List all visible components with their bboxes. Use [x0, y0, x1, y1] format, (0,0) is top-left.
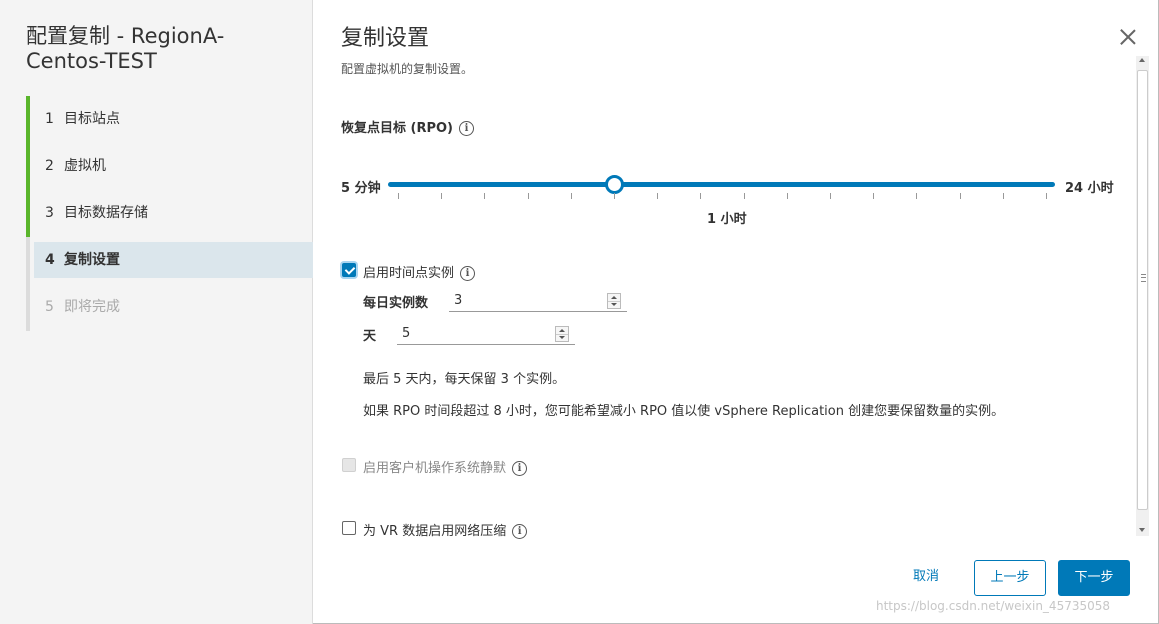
slider-tick — [1002, 193, 1004, 199]
step-label: 虚拟机 — [64, 158, 106, 174]
wizard-title: 配置复制 - RegionA-Centos-TEST — [26, 24, 225, 73]
pit-summary-note: 最后 5 天内，每天保留 3 个实例。 — [363, 372, 566, 387]
slider-tick — [1046, 193, 1047, 199]
rpo-max-label: 24 小时 — [1065, 181, 1114, 196]
page-title: 复制设置 — [341, 26, 430, 51]
compression-label-text: 为 VR 数据启用网络压缩 — [363, 524, 507, 539]
instances-label: 每日实例数 — [363, 296, 429, 311]
spin-divider — [556, 334, 568, 335]
step-number: 1 — [45, 111, 54, 127]
step-label: 目标站点 — [64, 111, 120, 127]
close-icon[interactable] — [1120, 29, 1136, 45]
scrollbar[interactable] — [1136, 56, 1149, 536]
instances-spinner[interactable] — [607, 293, 621, 309]
info-icon[interactable]: i — [512, 461, 528, 476]
grip-icon — [1141, 274, 1146, 282]
slider-tick — [570, 193, 572, 199]
step-target-datastore[interactable]: 3 目标数据存储 — [26, 190, 313, 237]
watermark: https://blog.csdn.net/weixin_45735058 — [876, 599, 1111, 613]
wizard-steps: 1 目标站点 2 虚拟机 3 目标数据存储 4 复制设置 5 即将完成 — [26, 96, 313, 331]
instances-input[interactable] — [449, 290, 627, 312]
info-icon[interactable]: i — [460, 266, 476, 281]
step-ready-to-complete: 5 即将完成 — [26, 284, 313, 331]
spin-divider — [608, 301, 620, 302]
step-number: 2 — [45, 158, 54, 174]
scroll-up-arrow-icon[interactable] — [1139, 58, 1145, 62]
rpo-min-label: 5 分钟 — [341, 181, 381, 196]
slider-tick — [700, 193, 702, 199]
rpo-label: 恢复点目标 (RPO) i — [341, 117, 474, 136]
pit-label: 启用时间点实例 i — [363, 262, 476, 281]
pit-checkbox[interactable] — [342, 263, 356, 277]
rpo-slider-ticks — [398, 193, 1047, 201]
days-label: 天 — [363, 329, 377, 344]
rpo-slider-thumb[interactable] — [605, 175, 625, 194]
slider-tick — [786, 193, 788, 199]
slider-tick — [614, 193, 615, 199]
spin-down-icon[interactable] — [559, 336, 565, 339]
back-button[interactable]: 上一步 — [974, 560, 1046, 596]
step-replication-settings[interactable]: 4 复制设置 — [26, 237, 313, 284]
step-target-site[interactable]: 1 目标站点 — [26, 96, 313, 143]
quiesce-label: 启用客户机操作系统静默 i — [363, 457, 528, 476]
slider-tick — [959, 193, 961, 199]
spin-down-icon[interactable] — [611, 303, 617, 306]
slider-tick — [916, 193, 918, 199]
info-icon[interactable]: i — [459, 121, 474, 136]
pit-label-text: 启用时间点实例 — [363, 266, 455, 281]
quiesce-checkbox — [342, 458, 356, 472]
rpo-label-text: 恢复点目标 (RPO) — [341, 121, 453, 136]
spin-up-icon[interactable] — [611, 296, 617, 299]
dialog: 配置复制 - RegionA-Centos-TEST 1 目标站点 2 虚拟机 3目… — [0, 0, 1159, 624]
quiesce-label-text: 启用客户机操作系统静默 — [363, 461, 507, 476]
step-virtual-machine[interactable]: 2 虚拟机 — [26, 143, 313, 190]
compression-label: 为 VR 数据启用网络压缩 i — [363, 520, 528, 539]
slider-tick — [484, 193, 486, 199]
step-label: 复制设置 — [64, 252, 120, 268]
rpo-value-label: 1 小时 — [707, 212, 747, 227]
step-number: 5 — [45, 299, 54, 315]
main-panel: 复制设置 配置虚拟机的复制设置。 恢复点目标 (RPO) i 5 分钟 24 小时… — [314, 0, 1158, 624]
slider-tick — [527, 193, 529, 199]
rpo-slider-track[interactable] — [388, 182, 1055, 187]
step-label: 即将完成 — [64, 299, 120, 315]
slider-tick — [657, 193, 659, 199]
cancel-button[interactable]: 取消 — [901, 560, 951, 596]
compression-checkbox[interactable] — [342, 521, 356, 535]
step-number: 3 — [45, 205, 54, 221]
step-number: 4 — [45, 252, 55, 268]
slider-tick — [830, 193, 831, 199]
info-icon[interactable]: i — [512, 524, 528, 539]
step-label: 目标数据存储 — [64, 205, 148, 221]
slider-tick — [743, 193, 745, 199]
spin-up-icon[interactable] — [559, 329, 565, 332]
wizard-sidebar: 配置复制 - RegionA-Centos-TEST 1 目标站点 2 虚拟机 3目… — [0, 0, 313, 624]
slider-tick — [873, 193, 875, 199]
scroll-down-arrow-icon[interactable] — [1139, 528, 1145, 532]
days-spinner[interactable] — [555, 326, 569, 342]
pit-rpo-note: 如果 RPO 时间段超过 8 小时，您可能希望减小 RPO 值以使 vSpher… — [363, 404, 1005, 419]
days-input[interactable] — [397, 323, 575, 345]
slider-tick — [441, 193, 443, 199]
scroll-thumb[interactable] — [1137, 70, 1148, 510]
page-subtitle: 配置虚拟机的复制设置。 — [341, 62, 474, 76]
slider-tick — [398, 193, 399, 199]
next-button[interactable]: 下一步 — [1058, 560, 1130, 596]
